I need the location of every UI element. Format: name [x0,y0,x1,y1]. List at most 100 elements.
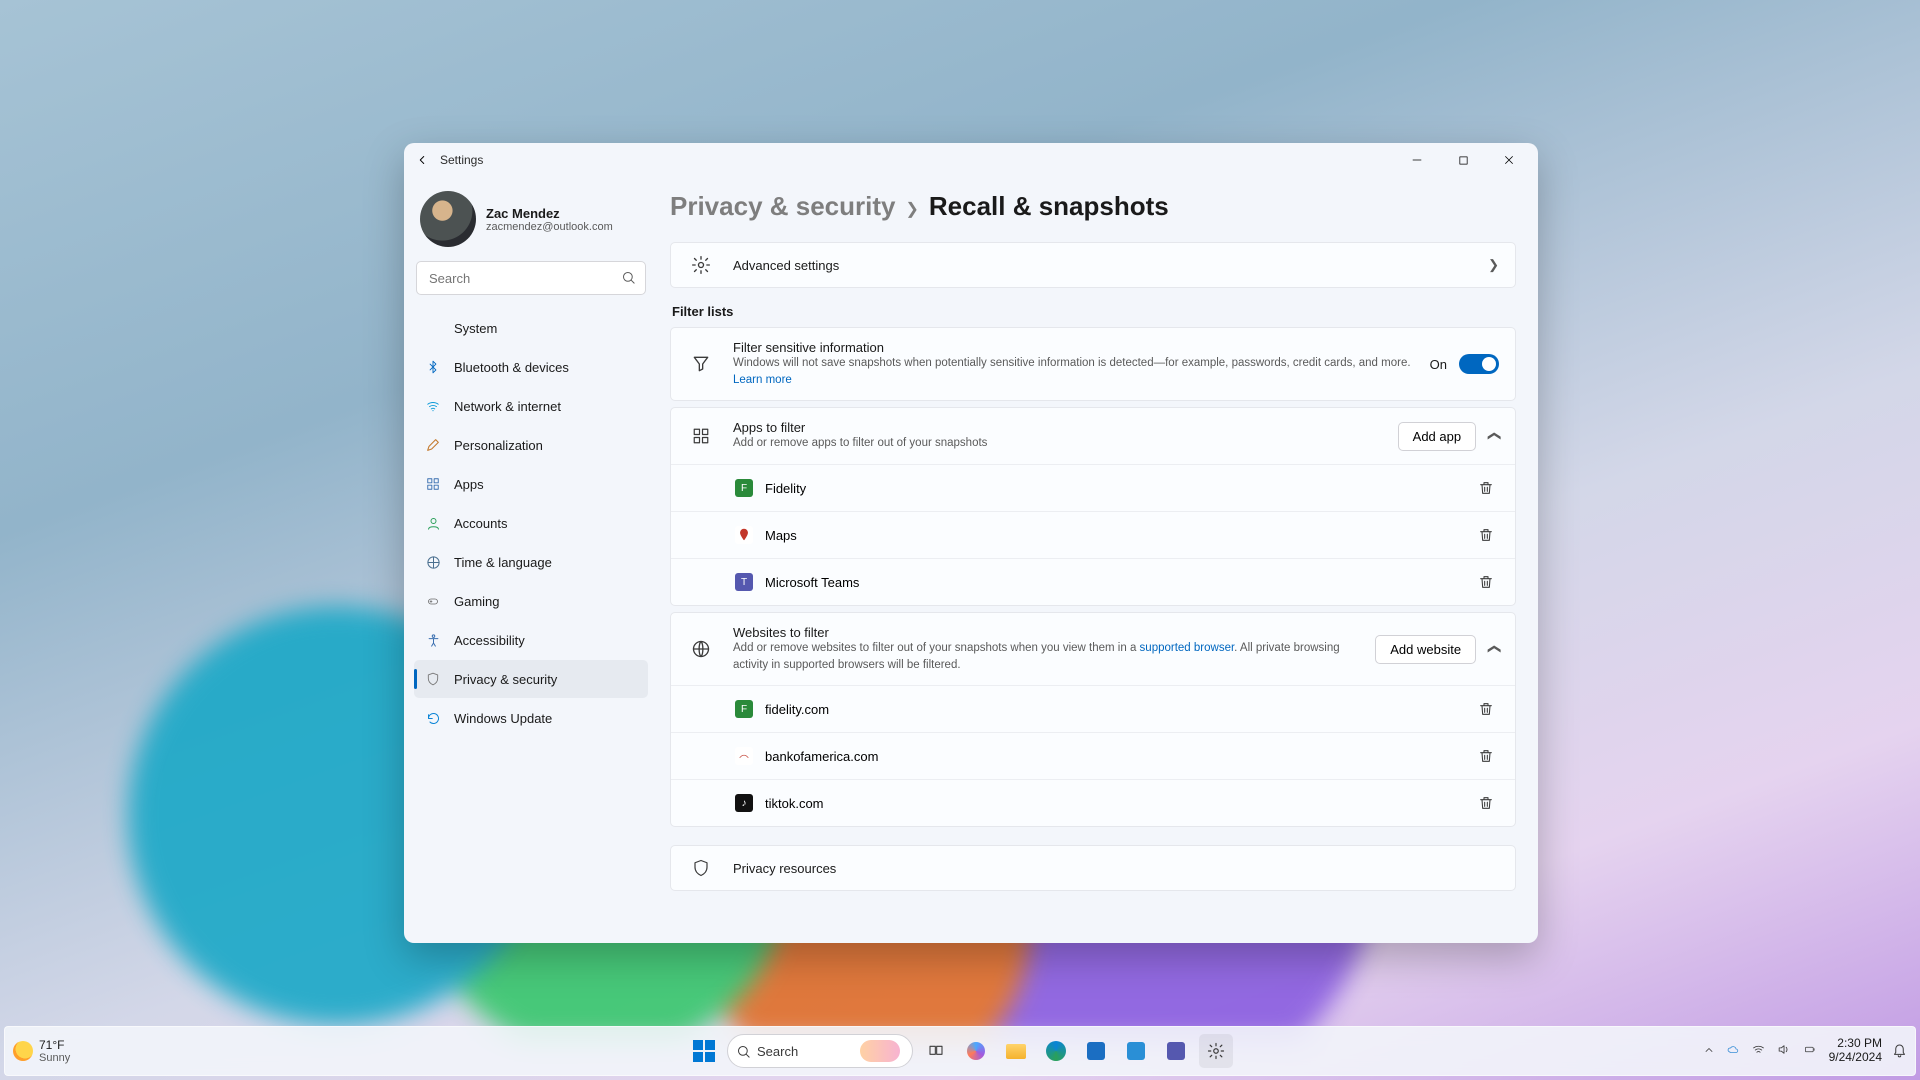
website-name: bankofamerica.com [765,749,1461,764]
battery-tray-icon[interactable] [1801,1044,1819,1058]
store-button[interactable] [1079,1034,1113,1068]
close-button[interactable] [1486,145,1532,175]
arrow-left-icon [415,153,429,167]
monitor-icon [424,319,442,337]
sidebar-item-windows-update[interactable]: Windows Update [414,699,648,737]
brush-icon [424,436,442,454]
list-item: F Fidelity [671,464,1515,511]
apps-to-filter-title: Apps to filter [733,420,1380,435]
page-title: Recall & snapshots [929,191,1169,222]
search-icon [621,270,636,290]
outlook-button[interactable] [1119,1034,1153,1068]
person-icon [424,514,442,532]
delete-button[interactable] [1473,790,1499,816]
filter-sensitive-group: Filter sensitive information Windows wil… [670,327,1516,401]
websites-to-filter-desc: Add or remove websites to filter out of … [733,640,1357,673]
nav-list: System Bluetooth & devices Network & int… [414,309,648,737]
settings-window: Settings Zac Mendez zacmendez@outlook.co… [404,143,1538,943]
delete-button[interactable] [1473,522,1499,548]
learn-more-link[interactable]: Learn more [733,374,792,386]
maximize-icon [1458,155,1469,166]
copilot-button[interactable] [959,1034,993,1068]
filter-sensitive-title: Filter sensitive information [733,340,1412,355]
sidebar-item-label: Bluetooth & devices [454,360,569,375]
gamepad-icon [424,592,442,610]
delete-button[interactable] [1473,743,1499,769]
toggle-state-label: On [1430,357,1447,372]
sidebar-item-system[interactable]: System [414,309,648,347]
accessibility-icon [424,631,442,649]
advanced-settings-label: Advanced settings [733,258,1470,273]
app-name: Microsoft Teams [765,575,1461,590]
sidebar-item-label: System [454,321,497,336]
sidebar-item-label: Accounts [454,516,507,531]
sidebar-item-network[interactable]: Network & internet [414,387,648,425]
apps-list: F Fidelity Maps T Microsoft Teams [671,464,1515,605]
file-explorer-button[interactable] [999,1034,1033,1068]
delete-button[interactable] [1473,475,1499,501]
back-button[interactable] [410,148,434,172]
maximize-button[interactable] [1440,145,1486,175]
websites-list: F fidelity.com bankofamerica.com ♪ tikto… [671,685,1515,826]
sidebar-item-privacy-security[interactable]: Privacy & security [414,660,648,698]
privacy-resources-card[interactable]: Privacy resources [670,845,1516,891]
volume-tray-icon[interactable] [1776,1043,1791,1059]
weather-cond: Sunny [39,1052,70,1064]
list-item: Maps [671,511,1515,558]
add-app-button[interactable]: Add app [1398,422,1476,451]
filter-sensitive-toggle[interactable] [1459,354,1499,374]
add-website-button[interactable]: Add website [1375,635,1476,664]
websites-to-filter-title: Websites to filter [733,625,1357,640]
chevron-up-icon[interactable]: ❯ [1486,431,1502,442]
task-view-button[interactable] [919,1034,953,1068]
breadcrumb: Privacy & security ❯ Recall & snapshots [670,191,1516,222]
wifi-icon [424,397,442,415]
weather-widget[interactable]: 71°F Sunny [13,1038,70,1064]
task-view-icon [927,1043,945,1059]
clock-button[interactable]: 2:30 PM 9/24/2024 [1829,1037,1882,1065]
apps-icon [424,475,442,493]
window-title: Settings [440,153,483,167]
sidebar-item-personalization[interactable]: Personalization [414,426,648,464]
edge-button[interactable] [1039,1034,1073,1068]
tray-chevron-button[interactable] [1703,1044,1715,1059]
start-button[interactable] [687,1034,721,1068]
chevron-up-icon[interactable]: ❯ [1486,644,1502,655]
shield-icon [424,670,442,688]
taskbar-search-label: Search [757,1044,798,1059]
supported-browser-link[interactable]: supported browser [1140,642,1235,654]
sidebar-item-accessibility[interactable]: Accessibility [414,621,648,659]
minimize-button[interactable] [1394,145,1440,175]
site-icon-tiktok: ♪ [735,794,753,812]
sidebar-item-accounts[interactable]: Accounts [414,504,648,542]
notifications-button[interactable] [1892,1042,1907,1061]
sidebar-item-bluetooth[interactable]: Bluetooth & devices [414,348,648,386]
settings-taskbar-button[interactable] [1199,1034,1233,1068]
search-input[interactable] [416,261,646,295]
taskbar-search[interactable]: Search [727,1034,913,1068]
onedrive-tray-icon[interactable] [1725,1044,1741,1059]
sidebar-item-apps[interactable]: Apps [414,465,648,503]
chevron-right-icon: ❯ [1488,257,1499,273]
list-item: ♪ tiktok.com [671,779,1515,826]
profile-name: Zac Mendez [486,206,613,221]
sidebar-item-time-language[interactable]: Time & language [414,543,648,581]
globe-icon [687,639,715,659]
gear-icon [1207,1042,1225,1060]
breadcrumb-parent[interactable]: Privacy & security [670,191,895,222]
sidebar-item-gaming[interactable]: Gaming [414,582,648,620]
search-highlight-icon [860,1040,900,1062]
content-area[interactable]: Privacy & security ❯ Recall & snapshots … [658,177,1538,943]
shield-icon [687,858,715,878]
app-icon-fidelity: F [735,479,753,497]
website-name: tiktok.com [765,796,1461,811]
advanced-settings-card[interactable]: Advanced settings ❯ [670,242,1516,288]
wifi-tray-icon[interactable] [1751,1043,1766,1059]
profile-section[interactable]: Zac Mendez zacmendez@outlook.com [414,183,648,261]
list-item: bankofamerica.com [671,732,1515,779]
delete-button[interactable] [1473,569,1499,595]
list-item: F fidelity.com [671,685,1515,732]
apps-to-filter-desc: Add or remove apps to filter out of your… [733,435,1380,452]
delete-button[interactable] [1473,696,1499,722]
teams-button[interactable] [1159,1034,1193,1068]
